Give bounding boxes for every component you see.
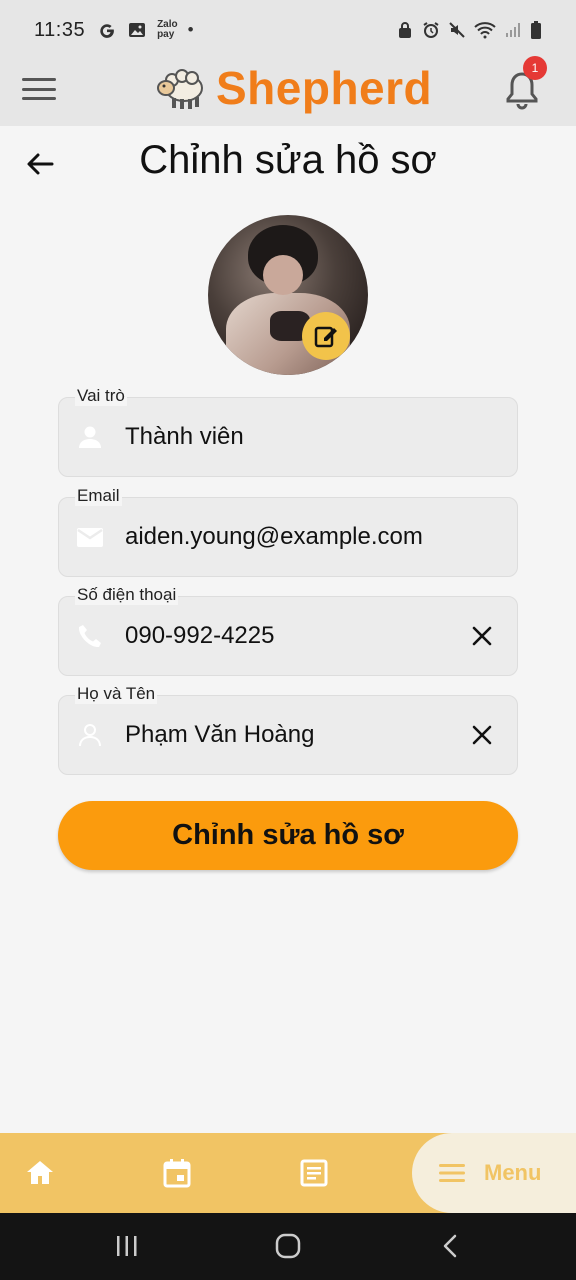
- hamburger-line: [22, 97, 56, 100]
- menu-button[interactable]: Menu: [412, 1133, 576, 1213]
- menu-label: Menu: [484, 1160, 542, 1185]
- notification-badge: 1: [523, 56, 547, 80]
- full-name-value[interactable]: Phạm Văn Hoàng: [125, 721, 314, 749]
- phone-value[interactable]: 090-992-4225: [125, 622, 274, 650]
- lock-icon: [399, 22, 411, 38]
- edit-profile-submit-button[interactable]: Chỉnh sửa hồ sơ: [58, 801, 518, 870]
- email-label: Email: [75, 486, 122, 506]
- person-icon: [79, 426, 101, 448]
- edit-avatar-button[interactable]: [302, 312, 350, 360]
- phone-label: Số điện thoại: [75, 585, 179, 605]
- app-bar: Shepherd: [0, 60, 576, 126]
- edit-icon: [314, 326, 337, 348]
- hamburger-line: [22, 87, 56, 91]
- calendar-icon[interactable]: [161, 1157, 193, 1189]
- recent-apps-icon[interactable]: [114, 1233, 140, 1259]
- status-dot: •: [187, 20, 194, 39]
- email-value: aiden.young@example.com: [125, 523, 423, 550]
- page-title: Chỉnh sửa hồ sơ: [139, 138, 437, 182]
- mail-icon: [77, 528, 103, 547]
- status-bar: 11:35 Zalo pay •: [0, 0, 576, 60]
- wifi-icon: [474, 22, 496, 39]
- brand-name: Shepherd: [216, 62, 433, 114]
- sheep-logo-icon: [157, 69, 203, 109]
- gallery-icon: [129, 23, 146, 37]
- home-icon[interactable]: [24, 1157, 56, 1189]
- status-time: 11:35: [34, 18, 86, 41]
- google-icon: [100, 24, 114, 38]
- brand: Shepherd: [154, 62, 432, 114]
- battery-icon: [531, 21, 541, 39]
- status-right-icons: [396, 20, 542, 40]
- alarm-icon: [423, 22, 439, 38]
- role-label: Vai trò: [75, 386, 127, 406]
- system-nav-bar: [0, 1213, 576, 1280]
- signal-icon: [506, 23, 520, 37]
- clear-name-icon[interactable]: [470, 723, 494, 747]
- full-name-label: Họ và Tên: [75, 684, 158, 704]
- drawer-menu-button[interactable]: [22, 75, 56, 103]
- role-value: Thành viên: [125, 423, 244, 450]
- person-outline-icon: [79, 724, 101, 747]
- hamburger-line: [22, 78, 56, 81]
- system-back-icon[interactable]: [438, 1233, 464, 1259]
- zalopay-icon: Zalo pay: [157, 19, 178, 40]
- clear-phone-icon[interactable]: [470, 624, 494, 648]
- phone-icon: [78, 625, 101, 648]
- menu-icon: [439, 1164, 465, 1182]
- notes-icon[interactable]: [298, 1157, 330, 1189]
- status-left-icons: Zalo pay •: [97, 20, 194, 40]
- avatar-photo-part: [263, 255, 303, 295]
- mute-icon: [449, 22, 465, 38]
- home-button-icon[interactable]: [275, 1233, 301, 1259]
